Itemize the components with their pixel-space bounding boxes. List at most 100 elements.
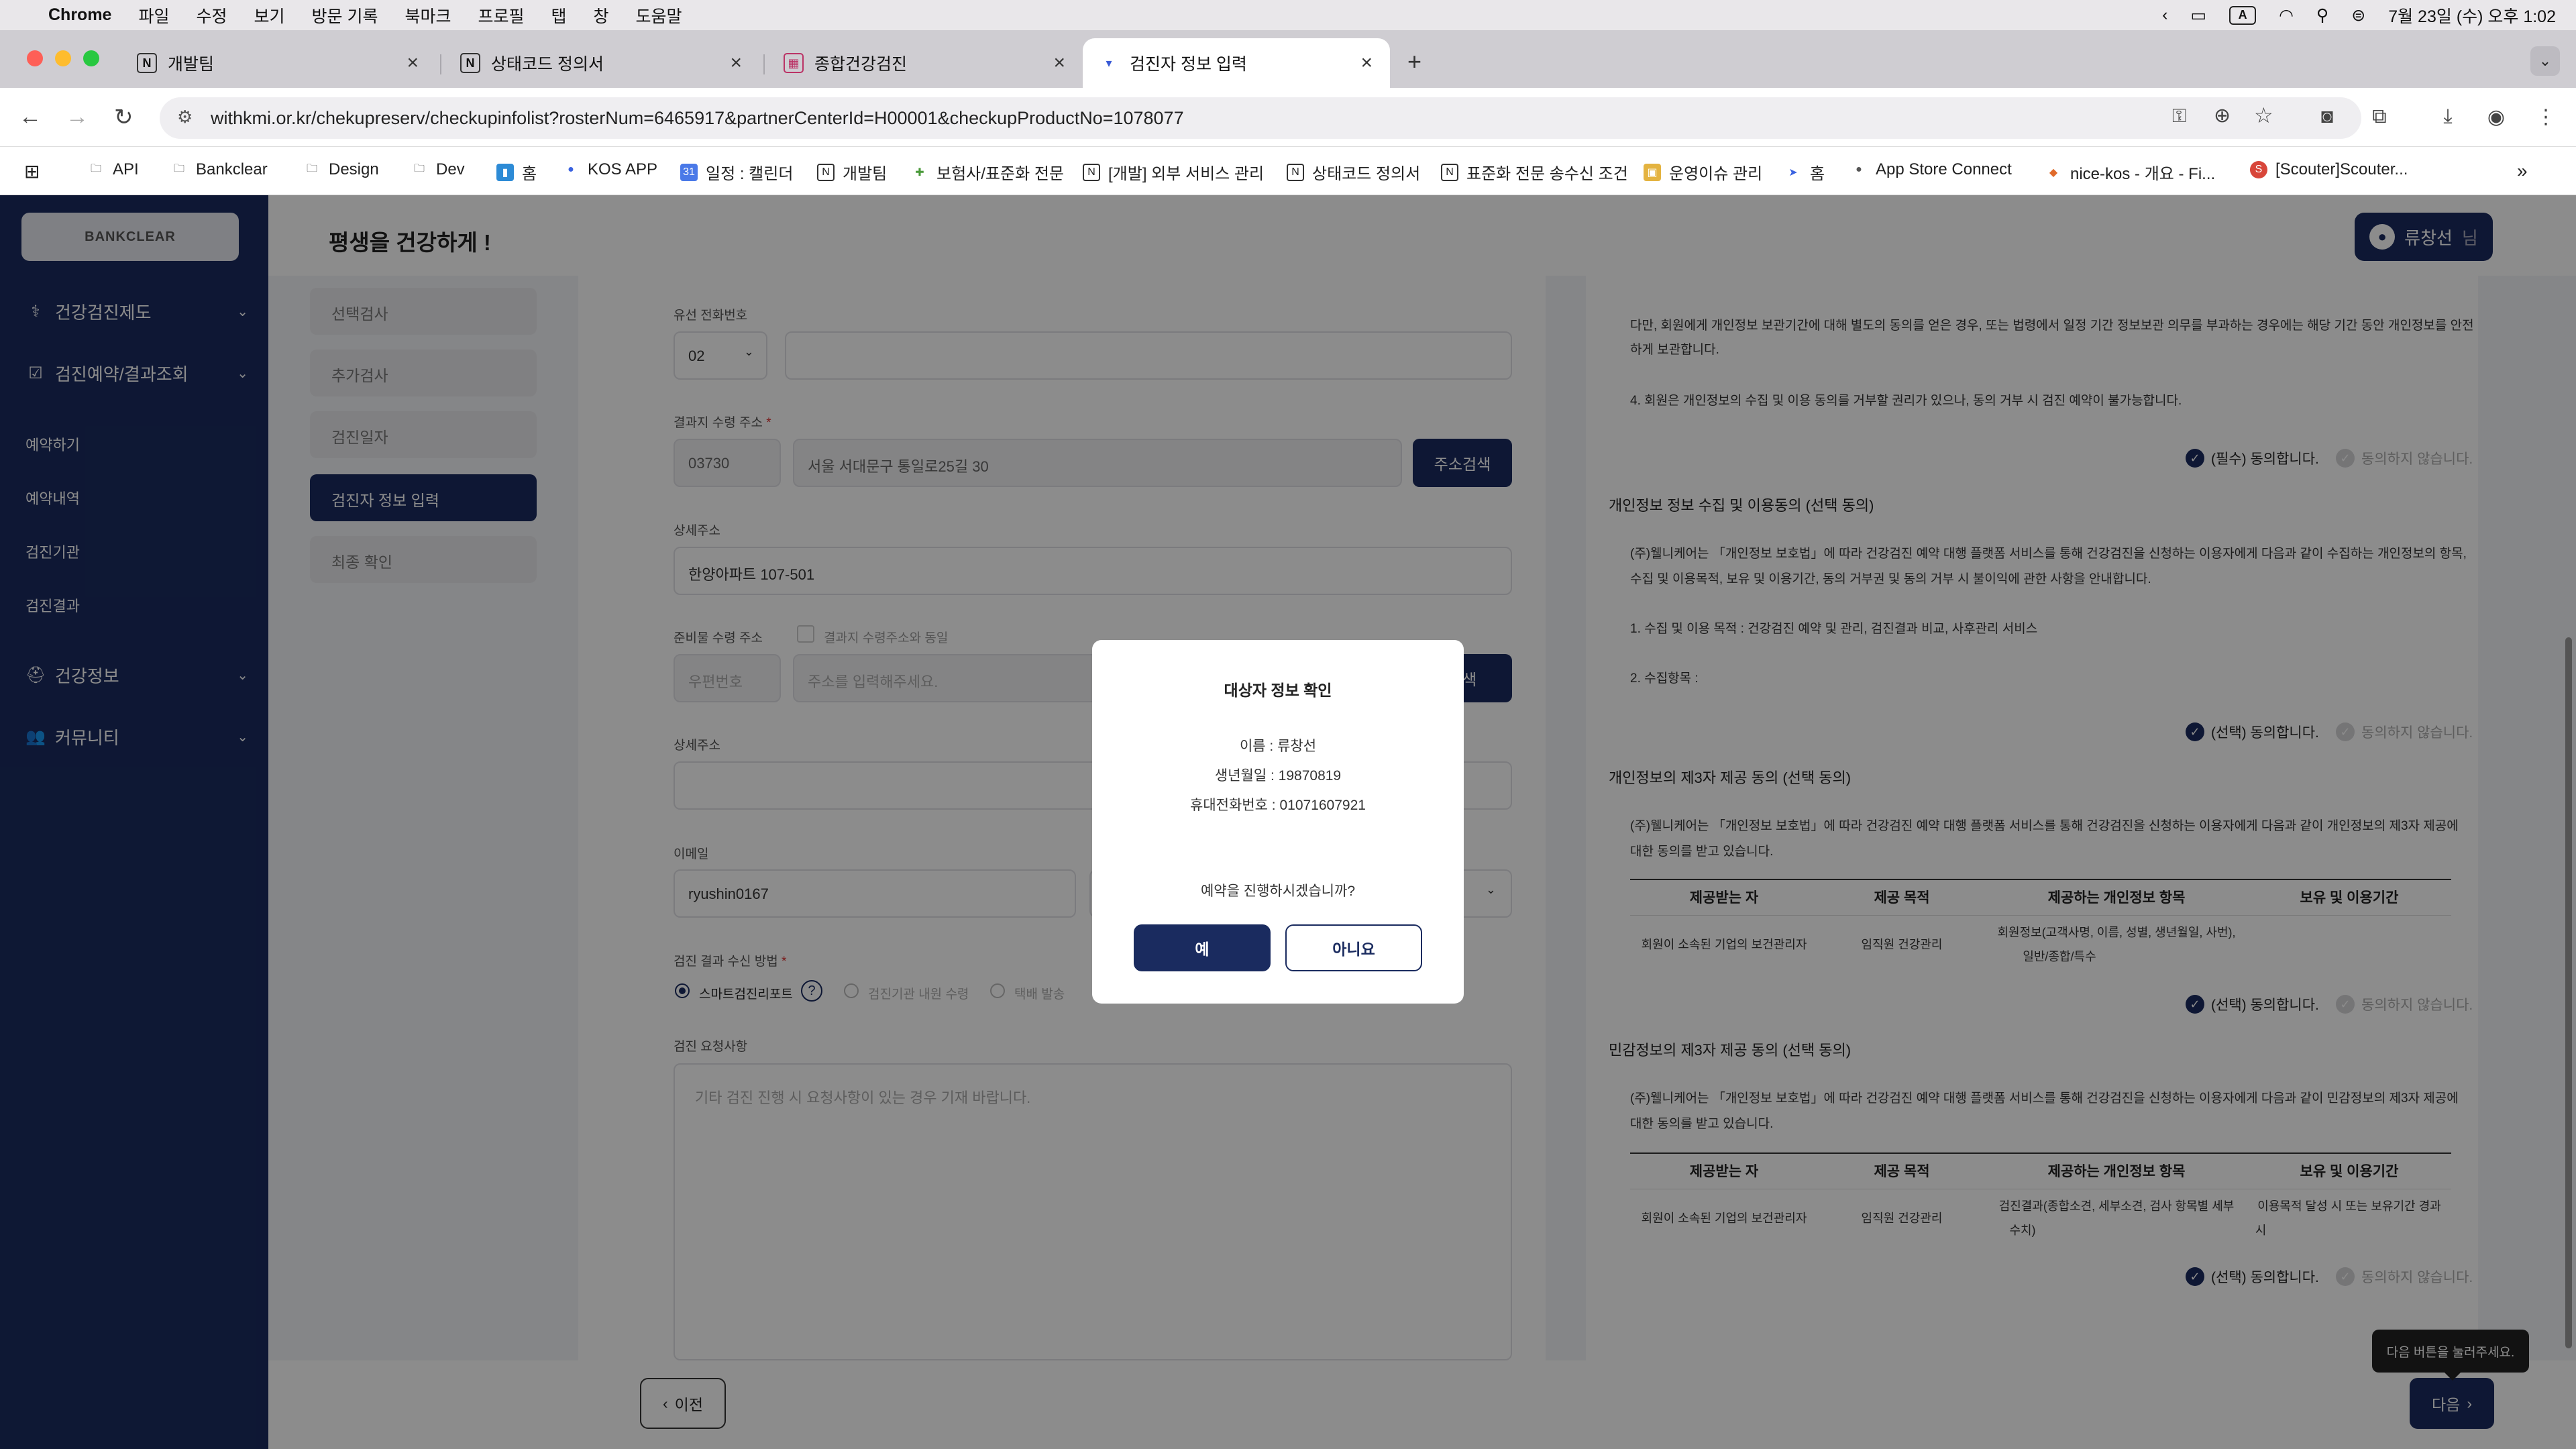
menu-history[interactable]: 방문 기록 — [312, 3, 378, 28]
hospital-icon: ▦ — [784, 53, 804, 73]
bookmark-link[interactable]: ▣ 운영이슈 관리 — [1644, 160, 1762, 184]
notion-icon: N — [1287, 163, 1304, 181]
notion-icon: N — [817, 163, 835, 181]
bookmarks-bar: ⊞ 🗀 API 🗀 Bankclear 🗀 Design 🗀 Dev ▮ 홈 ● KOS A… — [0, 147, 2576, 195]
menu-view[interactable]: 보기 — [254, 3, 285, 28]
search-icon[interactable]: ⚲ — [2316, 5, 2328, 25]
menu-profile[interactable]: 프로필 — [478, 3, 524, 28]
home-site-icon: ➤ — [1788, 166, 1798, 178]
bookmark-folder[interactable]: 🗀 API — [87, 160, 139, 179]
browser-toolbar: ← → ↻ ⚙ withkmi.or.kr/chekupreserv/check… — [0, 88, 2576, 147]
nice-icon: ◆ — [2049, 166, 2058, 178]
wifi-icon[interactable]: ◠ — [2279, 5, 2294, 25]
bookmark-star-icon[interactable]: ☆ — [2254, 103, 2273, 128]
folder-icon: 🗀 — [90, 162, 101, 174]
bookmark-folder[interactable]: 🗀 Design — [303, 160, 379, 179]
address-bar[interactable]: ⚙ withkmi.or.kr/chekupreserv/checkupinfo… — [160, 97, 2361, 139]
close-icon[interactable]: × — [407, 52, 419, 74]
bookmark-link[interactable]: ● App Store Connect — [1850, 160, 2012, 179]
yes-button[interactable]: 예 — [1134, 924, 1271, 971]
dialog-title: 대상자 정보 확인 — [1224, 682, 1332, 699]
tab-title: 상태코드 정의서 — [491, 55, 604, 74]
bookmark-link[interactable]: N 개발팀 — [817, 160, 887, 184]
tab-health-checkup[interactable]: ▦ 종합건강검진 × — [767, 38, 1083, 88]
site-icon: ▾ — [1106, 56, 1112, 70]
close-window-icon[interactable] — [27, 50, 43, 66]
tab-bar: N 개발팀 × N 상태코드 정의서 × ▦ 종합건강검진 × ▾ 검진자 정보… — [0, 30, 2576, 88]
kos-icon: ● — [568, 164, 574, 175]
image-icon: ▣ — [1644, 163, 1661, 181]
tab-divider — [763, 54, 765, 74]
site-info-icon[interactable]: ⚙ — [177, 107, 193, 127]
more-menu-icon[interactable]: ⋮ — [2534, 105, 2557, 128]
bookmark-link[interactable]: ✚ 보험사/표준화 전문 — [911, 160, 1064, 184]
scouter-icon: S — [2250, 161, 2267, 178]
close-icon[interactable]: × — [730, 52, 742, 74]
folder-icon: 🗀 — [173, 162, 184, 174]
bookmark-folder[interactable]: 🗀 Bankclear — [170, 160, 268, 179]
puzzle-icon: ✚ — [915, 166, 924, 178]
reload-icon[interactable]: ↻ — [114, 104, 133, 131]
password-key-icon[interactable]: ⚿ — [2172, 105, 2186, 127]
tab-title: 종합건강검진 — [814, 55, 908, 74]
tab-title: 검진자 정보 입력 — [1130, 55, 1247, 74]
download-icon[interactable]: ⤓ — [2436, 105, 2459, 128]
chevron-left-icon[interactable]: ‹ — [2162, 5, 2167, 25]
menu-help[interactable]: 도움말 — [636, 3, 682, 28]
mac-menubar: Chrome 파일 수정 보기 방문 기록 북마크 프로필 탭 창 도움말 ‹ … — [0, 0, 2576, 30]
menu-tab[interactable]: 탭 — [551, 3, 567, 28]
new-tab-icon[interactable]: + — [1407, 48, 1421, 76]
profile-icon[interactable]: ◉ — [2485, 105, 2508, 128]
bookmark-link[interactable]: N 상태코드 정의서 — [1287, 160, 1420, 184]
bookmark-link[interactable]: ➤ 홈 — [1784, 160, 1825, 184]
tab-search-icon[interactable]: ⌄ — [2530, 46, 2560, 76]
dialog-birth: 생년월일 : 19870819 — [1214, 768, 1342, 784]
dialog-phone: 휴대전화번호 : 01071607921 — [1190, 798, 1366, 813]
home-site-icon: ▮ — [496, 163, 514, 181]
forward-icon[interactable]: → — [66, 104, 89, 130]
notion-icon: N — [1441, 163, 1458, 181]
dialog-name: 이름 : 류창선 — [1239, 739, 1317, 754]
control-center-icon[interactable]: ⊜ — [2351, 5, 2365, 25]
tab-dev-team[interactable]: N 개발팀 × — [121, 38, 436, 88]
bookmark-link[interactable]: N 표준화 전문 송수신 조건 — [1441, 160, 1628, 184]
input-source-icon[interactable]: A — [2229, 5, 2257, 25]
notion-icon: N — [137, 53, 157, 73]
tab-patient-info[interactable]: ▾ 검진자 정보 입력 × — [1083, 38, 1390, 88]
bookmark-link[interactable]: ▮ 홈 — [496, 160, 537, 184]
bookmark-link[interactable]: ● KOS APP — [562, 160, 657, 179]
app-name[interactable]: Chrome — [48, 5, 111, 25]
more-bookmarks-icon[interactable]: » — [2517, 160, 2528, 182]
zoom-icon[interactable]: ⊕ — [2214, 104, 2231, 127]
apps-grid-icon[interactable]: ⊞ — [24, 160, 40, 182]
clock[interactable]: 7월 23일 (수) 오후 1:02 — [2388, 3, 2556, 28]
bookmark-link[interactable]: ◆ nice-kos - 개요 - Fi... — [2045, 160, 2215, 184]
folder-icon: 🗀 — [413, 162, 425, 174]
bookmark-folder[interactable]: 🗀 Dev — [411, 160, 465, 179]
notion-icon: N — [460, 53, 480, 73]
close-icon[interactable]: × — [1360, 52, 1373, 74]
calendar-icon: 31 — [680, 163, 698, 181]
bookmark-link[interactable]: 31 일정 : 캘린더 — [680, 160, 793, 184]
apple-icon: ● — [1856, 164, 1862, 175]
tab-title: 개발팀 — [168, 55, 215, 74]
minimize-window-icon[interactable] — [55, 50, 71, 66]
dialog-question: 예약을 진행하시겠습니까? — [1200, 883, 1356, 899]
extensions-icon[interactable]: ⧉ — [2368, 105, 2391, 128]
tab-status-code[interactable]: N 상태코드 정의서 × — [444, 38, 759, 88]
maximize-window-icon[interactable] — [83, 50, 99, 66]
menu-window[interactable]: 창 — [594, 3, 609, 28]
no-button[interactable]: 아니요 — [1285, 924, 1422, 971]
keyboard-icon[interactable]: ▭ — [2190, 5, 2206, 25]
screenshot-icon[interactable]: ◙ — [2316, 105, 2339, 128]
menu-edit[interactable]: 수정 — [196, 3, 227, 28]
tab-divider — [440, 54, 441, 74]
bookmark-link[interactable]: N [개발] 외부 서비스 관리 — [1083, 160, 1264, 184]
close-icon[interactable]: × — [1053, 52, 1065, 74]
confirm-dialog: 대상자 정보 확인 이름 : 류창선 생년월일 : 19870819 휴대전화번… — [1092, 640, 1464, 1004]
menu-bookmarks[interactable]: 북마크 — [405, 3, 451, 28]
back-icon[interactable]: ← — [19, 104, 42, 130]
url-text[interactable]: withkmi.or.kr/chekupreserv/checkupinfoli… — [211, 108, 1184, 129]
bookmark-link[interactable]: S [Scouter]Scouter... — [2250, 160, 2408, 179]
menu-file[interactable]: 파일 — [138, 3, 169, 28]
